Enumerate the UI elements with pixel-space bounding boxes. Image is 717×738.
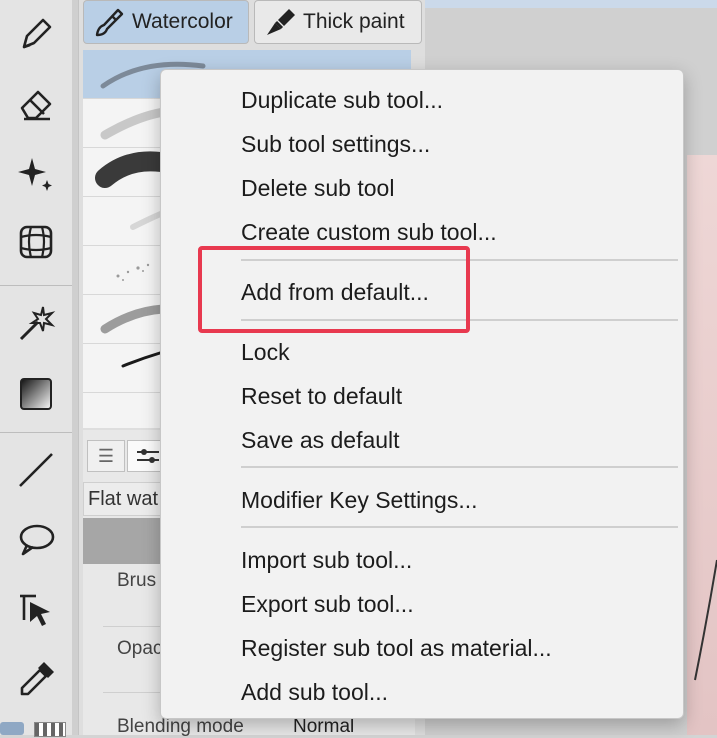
- decoration-tool-button[interactable]: [0, 146, 72, 202]
- menu-icon[interactable]: ☰: [87, 440, 125, 472]
- menu-item-reset-to-default[interactable]: Reset to default: [241, 383, 402, 410]
- menu-item-duplicate-sub-tool[interactable]: Duplicate sub tool...: [241, 87, 443, 114]
- menu-separator: [241, 526, 678, 528]
- menu-item-delete-sub-tool[interactable]: Delete sub tool: [241, 175, 394, 202]
- operation-cursor-icon: [20, 594, 50, 626]
- brush-size-label: Brus: [117, 570, 157, 591]
- eraser-tool-button[interactable]: [0, 76, 72, 132]
- eyedropper-icon: [20, 662, 54, 696]
- auto-select-wand-icon: [19, 306, 56, 341]
- auto-select-tool-button[interactable]: [0, 295, 72, 351]
- gradient-icon: [20, 378, 52, 410]
- tab-watercolor[interactable]: Watercolor: [83, 0, 249, 44]
- gradient-tool-button[interactable]: [0, 366, 72, 422]
- main-color-swatch[interactable]: [0, 722, 24, 735]
- menu-item-create-custom-sub-tool[interactable]: Create custom sub tool...: [241, 219, 497, 246]
- line-tool-icon: [19, 453, 53, 487]
- menu-item-save-as-default[interactable]: Save as default: [241, 427, 400, 454]
- watercolor-brush-icon: [95, 8, 124, 37]
- ruler-tool-button[interactable]: [0, 214, 72, 270]
- pen-tool-button[interactable]: [0, 6, 72, 62]
- tool-bar-edge: [72, 0, 78, 735]
- balloon-tool-button[interactable]: [0, 512, 72, 568]
- opacity-label: Opac: [117, 638, 163, 659]
- menu-item-lock[interactable]: Lock: [241, 339, 290, 366]
- figure-tool-button[interactable]: [0, 442, 72, 498]
- tool-bar: [0, 0, 79, 737]
- menu-separator: [241, 466, 678, 468]
- eraser-icon: [20, 90, 52, 121]
- pen-icon: [22, 18, 52, 49]
- menu-item-register-sub-tool-as-material[interactable]: Register sub tool as material...: [241, 635, 552, 662]
- menu-item-import-sub-tool[interactable]: Import sub tool...: [241, 547, 412, 574]
- menu-item-add-sub-tool[interactable]: Add sub tool...: [241, 679, 388, 706]
- sliders-icon: [137, 449, 159, 463]
- context-menu: Duplicate sub tool... Sub tool settings.…: [160, 69, 684, 719]
- menu-item-modifier-key-settings[interactable]: Modifier Key Settings...: [241, 487, 478, 514]
- tab-thick-paint[interactable]: Thick paint: [254, 0, 422, 44]
- perspective-ruler-icon: [19, 225, 53, 259]
- menu-item-export-sub-tool[interactable]: Export sub tool...: [241, 591, 414, 618]
- tab-thick-paint-label: Thick paint: [303, 10, 405, 33]
- sparkle-icon: [18, 158, 52, 191]
- tool-separator: [0, 432, 72, 433]
- highlight-annotation-box: [198, 246, 470, 333]
- operation-tool-button[interactable]: [0, 582, 72, 638]
- menu-item-sub-tool-settings[interactable]: Sub tool settings...: [241, 131, 430, 158]
- tab-watercolor-label: Watercolor: [132, 10, 233, 33]
- thick-paint-brush-icon: [267, 9, 295, 35]
- lasso-icon: [19, 524, 55, 556]
- tool-separator: [0, 285, 72, 286]
- eyedropper-tool-button[interactable]: [0, 652, 72, 708]
